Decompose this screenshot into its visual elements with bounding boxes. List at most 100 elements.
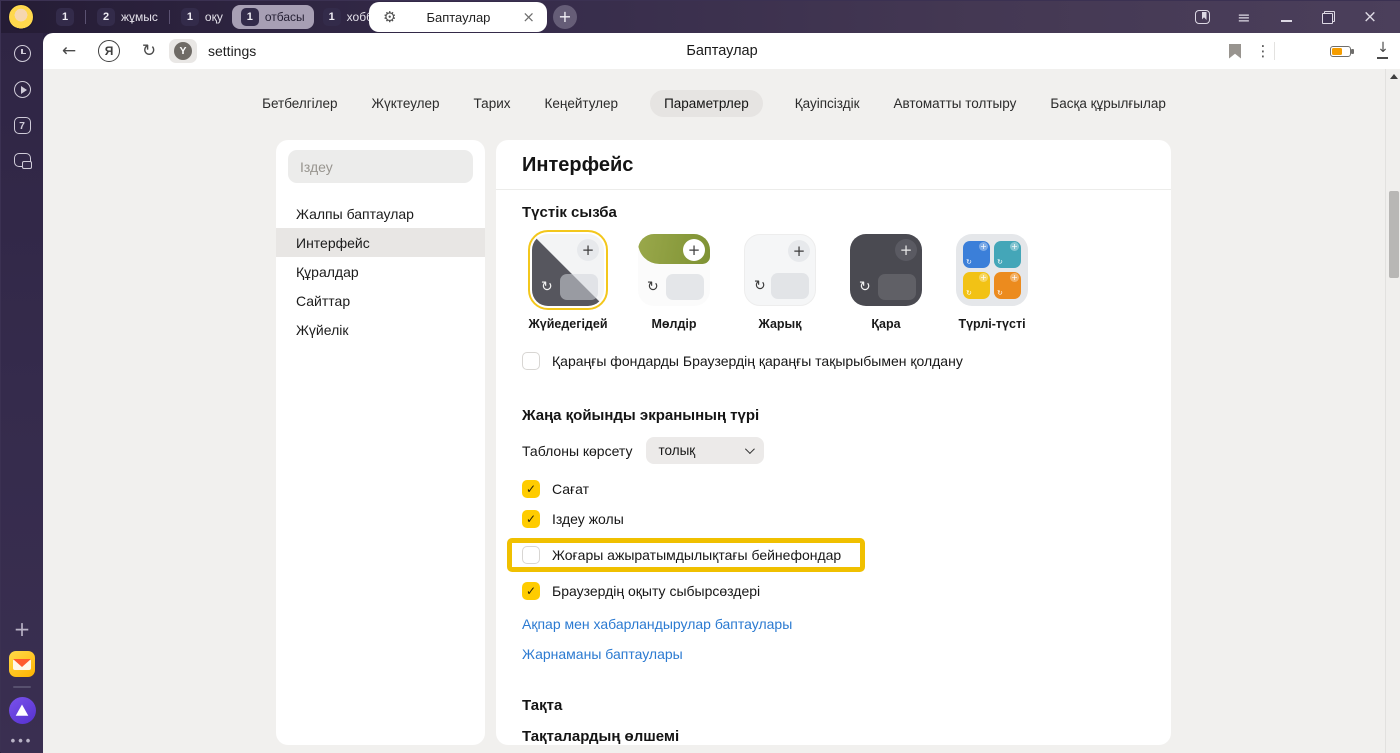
tablo-display-setting: Таблоны көрсету толық <box>522 437 1145 464</box>
checkbox-checked[interactable]: ✓ <box>522 510 540 528</box>
tab-autofill[interactable]: Автоматты толтыру <box>891 90 1018 117</box>
alice-button[interactable] <box>1 697 43 724</box>
tab-group-active[interactable]: 1 отбасы <box>232 5 314 29</box>
side-panel-button[interactable] <box>1181 1 1223 33</box>
close-button[interactable]: × <box>1349 1 1391 33</box>
menu-button[interactable]: ≡ <box>1223 1 1265 33</box>
tab-history[interactable]: Тарих <box>472 90 513 117</box>
profile-avatar[interactable] <box>8 4 34 30</box>
bookmark-button[interactable] <box>1221 33 1249 69</box>
tablo-preview <box>666 274 704 300</box>
scrollbar-thumb[interactable] <box>1389 191 1399 278</box>
mail-icon <box>9 651 35 677</box>
more-panels-button[interactable]: ••• <box>1 733 43 748</box>
sidebar-item-interface[interactable]: Интерфейс <box>276 228 485 257</box>
checkbox-unchecked[interactable] <box>522 546 540 564</box>
theme-transparent-tile[interactable]: + ↻ <box>638 234 710 306</box>
tabs-counter-button[interactable]: 7 <box>1 117 43 134</box>
theme-transparent[interactable]: + ↻ Мөлдір <box>637 234 711 331</box>
refresh-icon: ↻ <box>754 278 766 294</box>
more-actions-button[interactable]: ⋮ <box>1251 33 1275 69</box>
site-badge[interactable]: Y <box>169 39 197 63</box>
refresh-icon: ↻ <box>859 279 871 295</box>
panel-bookmark-icon <box>1195 10 1210 24</box>
ads-settings-link[interactable]: Жарнаманы баптаулары <box>522 646 1145 662</box>
interface-settings-card: Интерфейс Түстік сызба + ↻ Жүйедегідей <box>496 140 1171 745</box>
restore-button[interactable] <box>1307 1 1349 33</box>
new-tab-heading: Жаңа қойынды экранының түрі <box>522 407 1145 424</box>
tab-other-devices[interactable]: Басқа құрылғылар <box>1048 90 1168 117</box>
checkbox-label: Сағат <box>552 481 589 497</box>
tablo-mode-dropdown[interactable]: толық <box>646 437 764 464</box>
tab-group[interactable]: 2 жұмыс <box>88 5 167 29</box>
new-tab-button[interactable]: + <box>553 5 577 29</box>
checkbox-unchecked[interactable] <box>522 352 540 370</box>
theme-dark[interactable]: + ↻ Қара <box>849 234 923 331</box>
theme-label: Мөлдір <box>651 317 696 331</box>
theme-system[interactable]: + ↻ Жүйедегідей <box>531 234 605 331</box>
tablo-label: Таблоны көрсету <box>522 443 632 459</box>
tab-close-icon[interactable]: × <box>520 8 537 26</box>
tab-extensions[interactable]: Кеңейтулер <box>543 90 621 117</box>
back-button[interactable]: ← <box>55 33 83 69</box>
bookmark-icon <box>1229 44 1241 59</box>
theme-label: Жүйедегідей <box>528 317 607 331</box>
screenshot-button[interactable] <box>1 153 43 167</box>
search-bar-option[interactable]: ✓ Іздеу жолы <box>522 508 1145 530</box>
checkbox-label: Браузердің оқыту сыбырсөздері <box>552 583 760 599</box>
yandex-home-button[interactable]: Я <box>95 33 123 69</box>
mini-theme-orange <box>994 272 1021 299</box>
sidebar-item-sites[interactable]: Сайттар <box>276 286 485 315</box>
theme-dark-tile[interactable]: + ↻ <box>850 234 922 306</box>
browser-tips-option[interactable]: ✓ Браузердің оқыту сыбырсөздері <box>522 580 1145 602</box>
sidebar-item-general[interactable]: Жалпы баптаулар <box>276 199 485 228</box>
sidebar-item-system[interactable]: Жүйелік <box>276 315 485 344</box>
side-rail: 7 + ••• <box>1 33 43 753</box>
history-button[interactable] <box>1 45 43 62</box>
tab-group-count: 2 <box>97 8 115 26</box>
url-text[interactable]: settings <box>208 33 256 69</box>
media-button[interactable] <box>1 81 43 98</box>
theme-colorful[interactable]: Түрлі-түсті <box>955 234 1029 331</box>
tab-group[interactable]: 1 <box>47 5 83 29</box>
theme-label: Жарық <box>759 317 802 331</box>
group-separator <box>169 10 170 24</box>
add-panel-button[interactable]: + <box>1 617 43 641</box>
tab-group-label: оқу <box>205 10 223 24</box>
checkbox-checked[interactable]: ✓ <box>522 480 540 498</box>
chevron-down-icon <box>745 444 755 454</box>
search-input[interactable] <box>288 150 473 183</box>
battery-saver-button[interactable] <box>1325 33 1355 69</box>
reload-button[interactable]: ↻ <box>135 33 163 69</box>
news-notifications-settings-link[interactable]: Ақпар мен хабарландырулар баптаулары <box>522 616 1145 632</box>
tab-bookmarks[interactable]: Бетбелгілер <box>260 90 339 117</box>
settings-page: Бетбелгілер Жүктеулер Тарих Кеңейтулер П… <box>43 69 1400 753</box>
refresh-icon: ↻ <box>541 279 553 295</box>
minimize-button[interactable] <box>1265 1 1307 33</box>
clock-option[interactable]: ✓ Сағат <box>522 478 1145 500</box>
dark-backgrounds-option[interactable]: Қараңғы фондарды Браузердің қараңғы тақы… <box>522 352 1145 370</box>
card-header: Интерфейс <box>496 140 1171 190</box>
theme-colorful-tile[interactable] <box>956 234 1028 306</box>
scrollbar[interactable] <box>1385 69 1400 753</box>
theme-light[interactable]: + ↻ Жарық <box>743 234 817 331</box>
settings-nav: Бетбелгілер Жүктеулер Тарих Кеңейтулер П… <box>43 90 1385 117</box>
browser-window: 1 2 жұмыс 1 оқу 1 отбасы 1 хобби <box>0 0 1400 752</box>
yandex-logo-icon: Я <box>98 40 120 62</box>
theme-light-tile[interactable]: + ↻ <box>744 234 816 306</box>
tab-downloads[interactable]: Жүктеулер <box>370 90 442 117</box>
color-scheme-heading: Түстік сызба <box>522 204 1145 221</box>
tab-group-count: 1 <box>323 8 341 26</box>
theme-system-tile[interactable]: + ↻ <box>532 234 604 306</box>
downloads-button[interactable]: ↓ <box>1369 33 1397 69</box>
hd-video-backgrounds-option-highlighted[interactable]: Жоғары ажыратымдылықтағы бейнефондар <box>507 538 865 572</box>
tab-group[interactable]: 1 оқу <box>172 5 232 29</box>
tablo-preview <box>560 274 598 300</box>
tab-settings-active[interactable]: Параметрлер <box>650 90 763 117</box>
sidebar-item-tools[interactable]: Құралдар <box>276 257 485 286</box>
scrollbar-up-arrow[interactable] <box>1390 74 1398 79</box>
mail-button[interactable] <box>1 651 43 677</box>
checkbox-checked[interactable]: ✓ <box>522 582 540 600</box>
tab-security[interactable]: Қауіпсіздік <box>793 90 862 117</box>
tab-settings[interactable]: ⚙ Баптаулар × <box>369 2 547 32</box>
